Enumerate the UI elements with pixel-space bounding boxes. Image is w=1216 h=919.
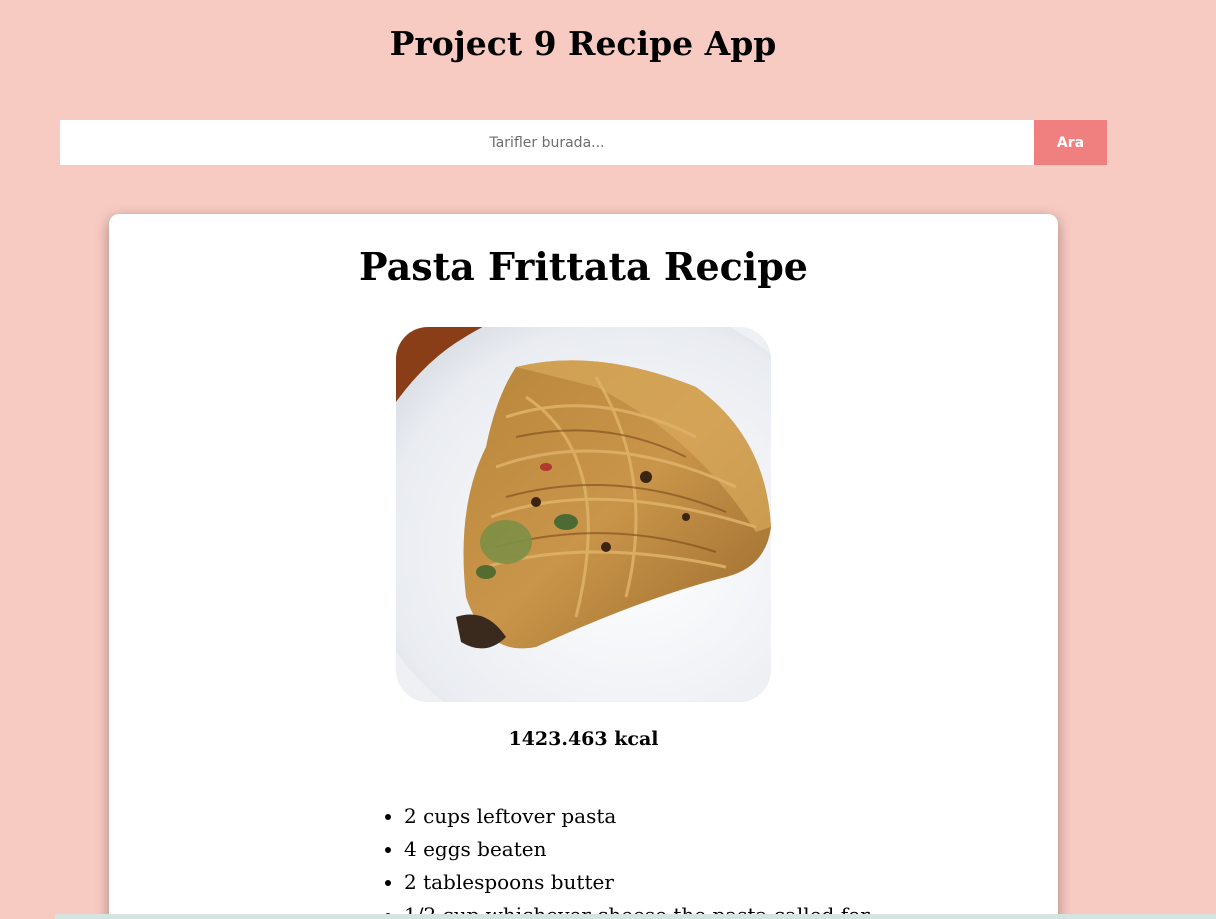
app-title: Project 9 Recipe App: [389, 24, 777, 63]
recipe-photo-illustration: [396, 327, 771, 702]
ingredient-list: 2 cups leftover pasta 4 eggs beaten 2 ta…: [384, 800, 870, 919]
recipe-image: [396, 327, 771, 702]
ingredient-item: 2 cups leftover pasta: [404, 800, 870, 833]
ingredient-item: 4 eggs beaten: [404, 833, 870, 866]
ingredient-item: 2 tablespoons butter: [404, 866, 870, 899]
search-input[interactable]: [60, 120, 1034, 165]
recipe-card: Pasta Frittata Recipe 1423.463 kcal • 2 …: [109, 214, 1058, 919]
horizontal-scrollbar[interactable]: [55, 914, 1216, 919]
search-bar: Ara: [60, 120, 1107, 165]
recipe-title: Pasta Frittata Recipe: [359, 244, 808, 289]
calories-value: 1423.463 kcal: [508, 728, 659, 750]
search-button[interactable]: Ara: [1034, 120, 1107, 165]
